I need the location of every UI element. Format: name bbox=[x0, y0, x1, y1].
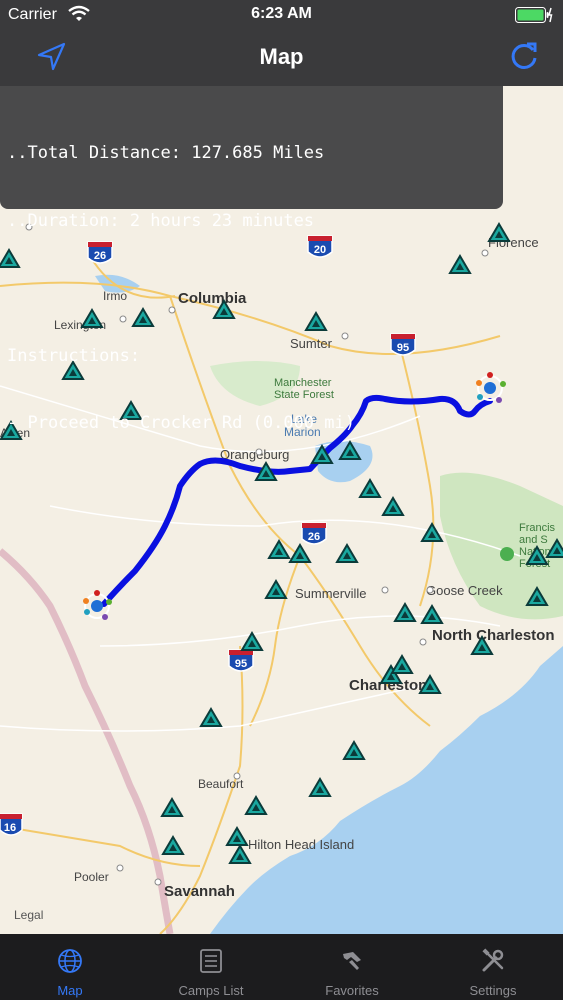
tab-settings[interactable]: Settings bbox=[423, 934, 563, 1000]
battery-icon bbox=[515, 7, 553, 23]
page-title: Map bbox=[259, 44, 304, 69]
navigation-bar: Map bbox=[0, 30, 563, 86]
legal-link: Legal bbox=[14, 908, 43, 922]
duration-text: ..Duration: 2 hours 23 minutes bbox=[7, 210, 315, 231]
instruction-step: - Proceed to Crocker Rd (0.000 mi) bbox=[7, 413, 355, 433]
park-icon bbox=[500, 547, 514, 561]
tab-label: Map bbox=[57, 983, 83, 998]
interstate-95-shield-bottom: 95 bbox=[228, 649, 254, 672]
city-pooler: Pooler bbox=[74, 870, 109, 884]
instructions-label: Instructions: bbox=[7, 345, 141, 366]
tab-map[interactable]: Map bbox=[0, 934, 140, 1000]
tab-bar: Map Camps List Favorites Settings bbox=[0, 934, 563, 1000]
city-north-charleston: North Charleston bbox=[432, 627, 555, 644]
svg-text:26: 26 bbox=[308, 531, 320, 543]
status-time: 6:23 AM bbox=[251, 5, 312, 22]
city-summerville: Summerville bbox=[295, 586, 367, 601]
tab-label: Favorites bbox=[325, 983, 379, 998]
tab-label: Settings bbox=[469, 983, 517, 998]
svg-text:16: 16 bbox=[4, 822, 16, 834]
settings-icon bbox=[482, 948, 504, 972]
list-icon bbox=[200, 949, 222, 973]
refresh-icon[interactable] bbox=[507, 40, 541, 74]
tab-label: Camps List bbox=[178, 983, 244, 998]
status-bar: Carrier 6:23 AM bbox=[0, 0, 563, 30]
city-savannah: Savannah bbox=[164, 883, 235, 900]
route-info-panel: ..Total Distance: 127.685 Miles ..Durati… bbox=[0, 86, 503, 433]
city-hilton-head: Hilton Head Island bbox=[248, 837, 354, 852]
globe-icon bbox=[58, 949, 82, 973]
interstate-16-shield: 16 bbox=[0, 813, 23, 836]
city-goose-creek: Goose Creek bbox=[426, 583, 503, 598]
tab-camps-list[interactable]: Camps List bbox=[141, 934, 281, 1000]
favorites-icon bbox=[343, 952, 361, 970]
total-distance-text: ..Total Distance: 127.685 Miles bbox=[7, 143, 325, 163]
tab-favorites[interactable]: Favorites bbox=[282, 934, 422, 1000]
svg-text:95: 95 bbox=[235, 658, 247, 670]
interstate-26-shield-mid: 26 bbox=[301, 522, 327, 545]
